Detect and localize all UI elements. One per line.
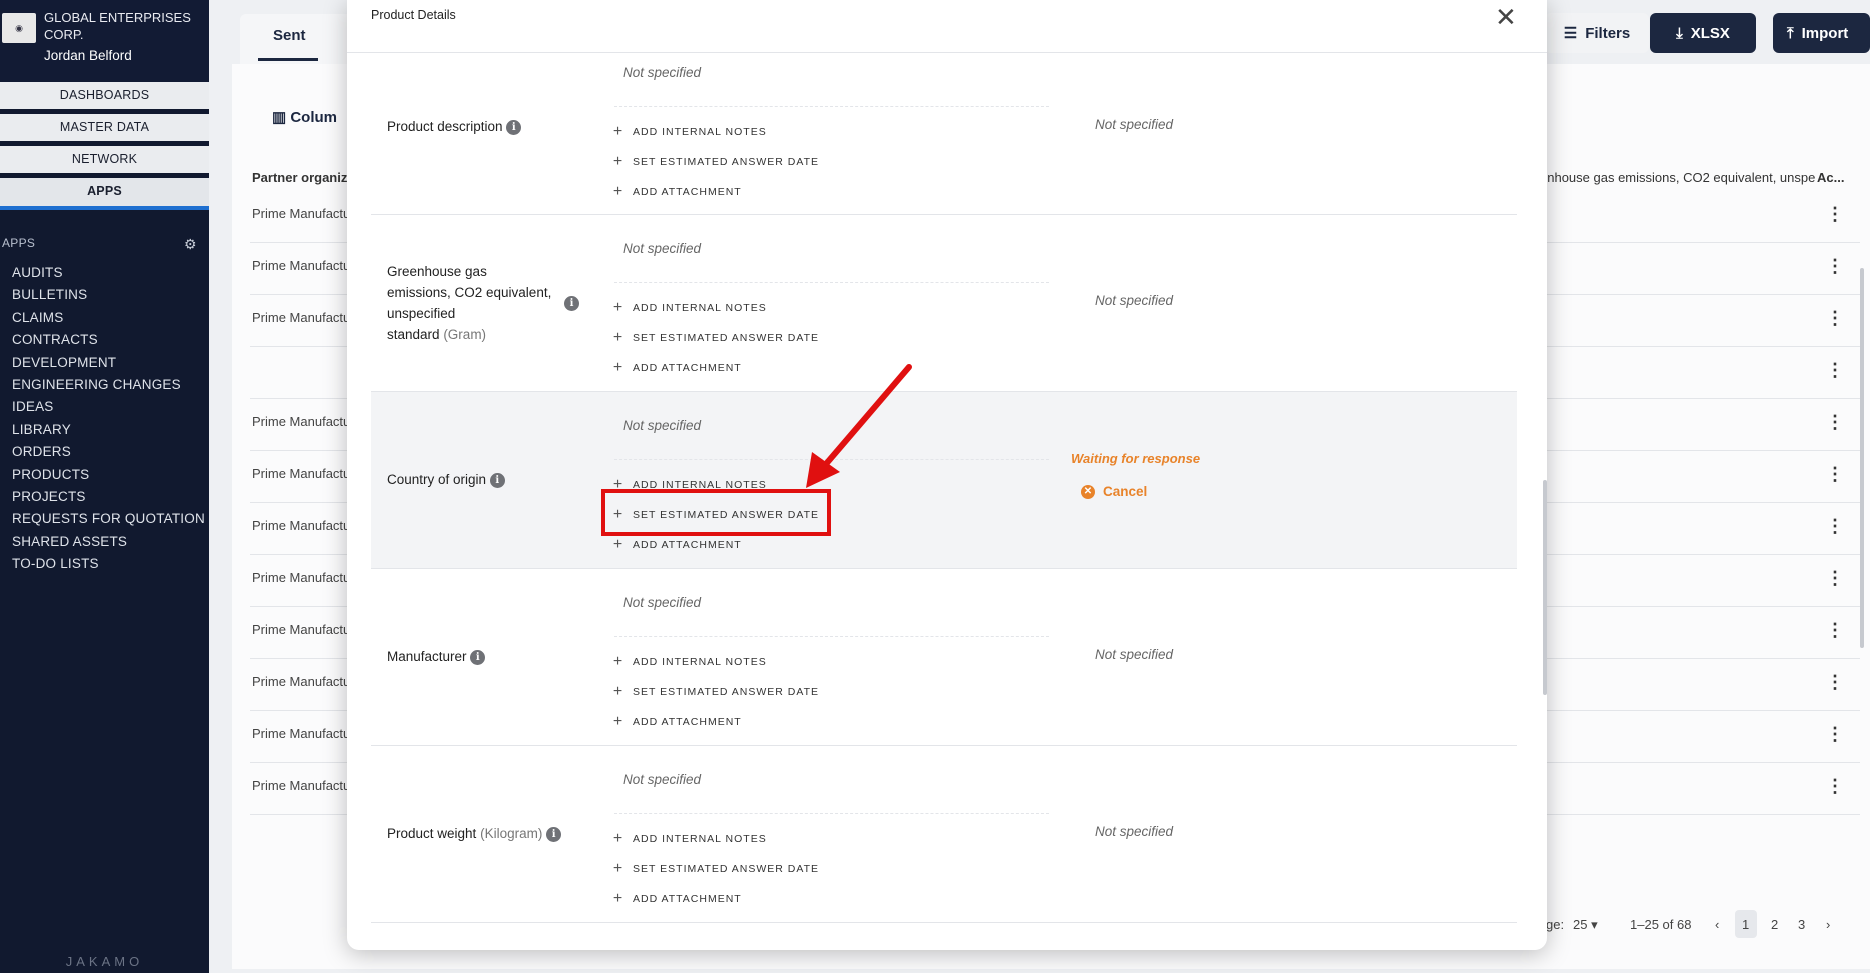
annotation-arrow-icon	[806, 364, 912, 488]
